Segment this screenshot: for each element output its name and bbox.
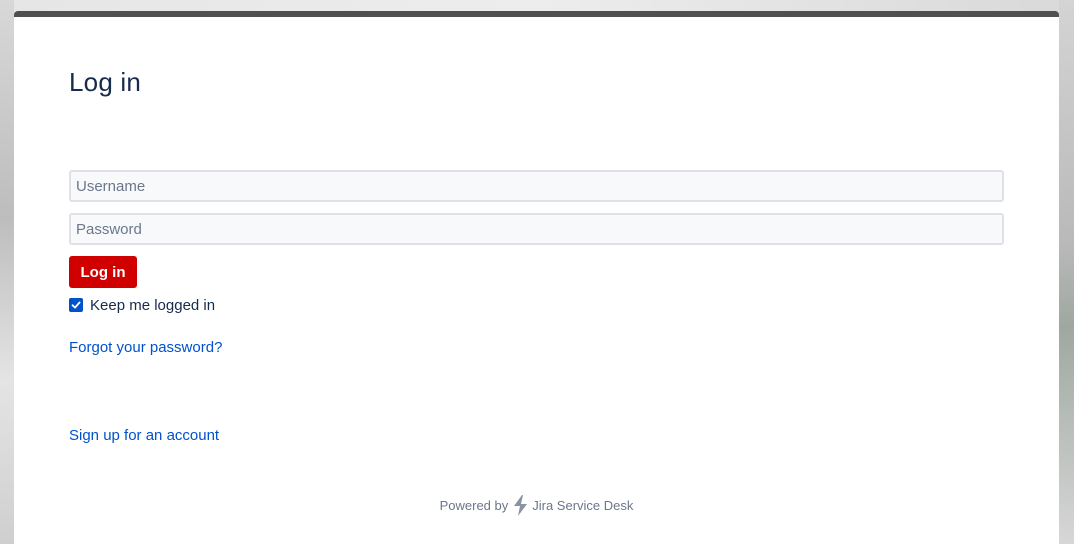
- login-button[interactable]: Log in: [69, 256, 137, 288]
- jira-bolt-icon: [512, 495, 529, 516]
- signup-link[interactable]: Sign up for an account: [69, 427, 219, 444]
- username-input[interactable]: [69, 170, 1004, 202]
- background-right: [1059, 0, 1074, 544]
- background-left: [0, 0, 14, 544]
- remember-me-checkbox[interactable]: [69, 298, 83, 312]
- check-icon: [71, 301, 81, 309]
- page-title: Log in: [69, 67, 142, 97]
- product-name: Jira Service Desk: [532, 498, 634, 513]
- remember-me-label: Keep me logged in: [90, 296, 216, 314]
- powered-by-footer: Powered by Jira Service Desk: [14, 495, 1059, 516]
- powered-by-label: Powered by: [439, 498, 509, 513]
- remember-me[interactable]: Keep me logged in: [69, 296, 215, 314]
- forgot-password-link[interactable]: Forgot your password?: [69, 339, 222, 356]
- password-input[interactable]: [69, 213, 1004, 245]
- login-card: Log in Log in Keep me logged in Forgot y…: [14, 11, 1059, 544]
